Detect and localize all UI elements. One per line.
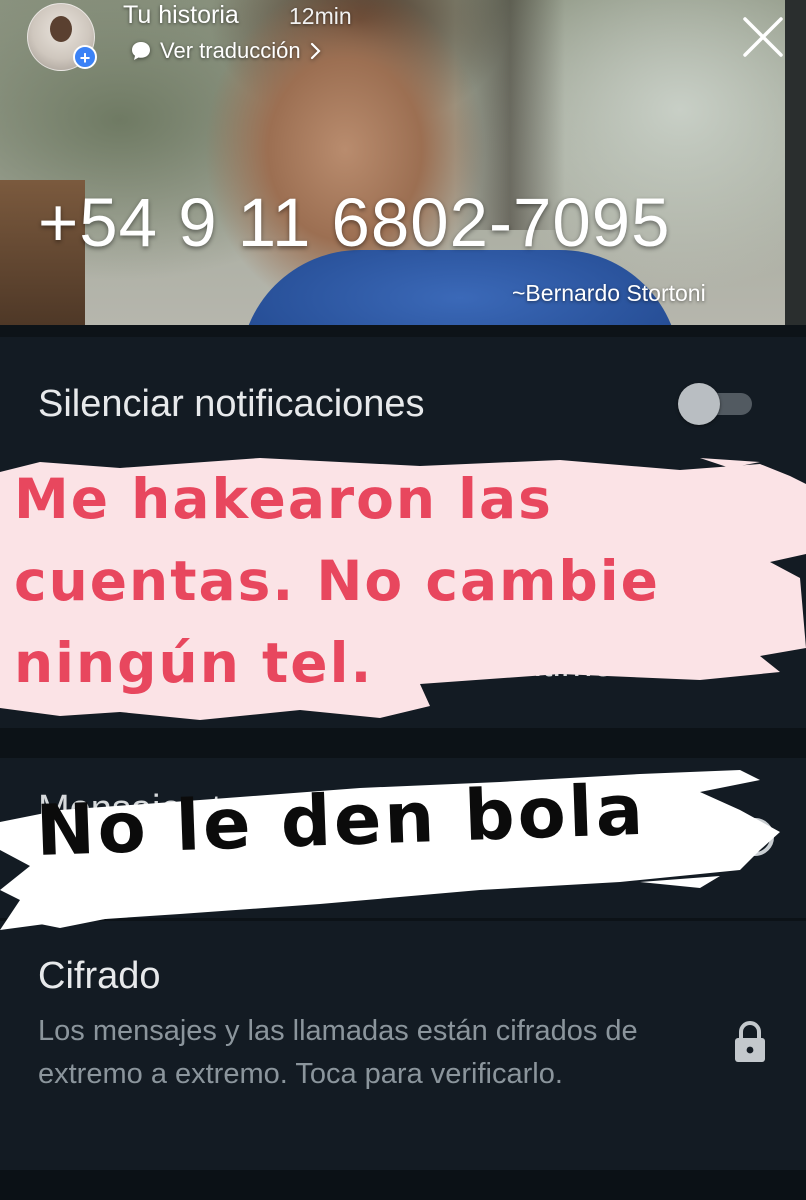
mute-notifications-label[interactable]: Silenciar notificaciones (38, 383, 425, 426)
close-icon[interactable] (738, 12, 788, 62)
bottom-bar (0, 1170, 806, 1200)
encryption-description: Los mensajes y las llamadas están cifrad… (38, 1015, 638, 1090)
mute-toggle[interactable] (678, 383, 754, 425)
hacked-message: Me hakearon las cuentas. No cambie ningú… (14, 467, 660, 695)
translate-label: Ver traducción (160, 38, 301, 63)
story-title: Tu historia (123, 1, 239, 29)
translate-link[interactable]: Ver traducción (130, 38, 321, 64)
byline: ~Bernardo Stortoni (512, 280, 706, 306)
phone-number: +54 9 11 6802-7095 (38, 184, 671, 261)
chevron-right-icon (310, 42, 321, 60)
encryption-title[interactable]: Cifrado (38, 955, 161, 998)
plus-icon[interactable]: + (73, 45, 97, 69)
lock-icon (735, 1021, 765, 1062)
toggle-knob (678, 383, 720, 425)
story-time: 12min (289, 3, 352, 29)
section-divider (0, 728, 806, 758)
speech-bubble-icon (132, 42, 150, 60)
story-photo (0, 0, 806, 325)
panel-top-edge (0, 325, 806, 337)
photo-edge-strip (785, 0, 806, 325)
